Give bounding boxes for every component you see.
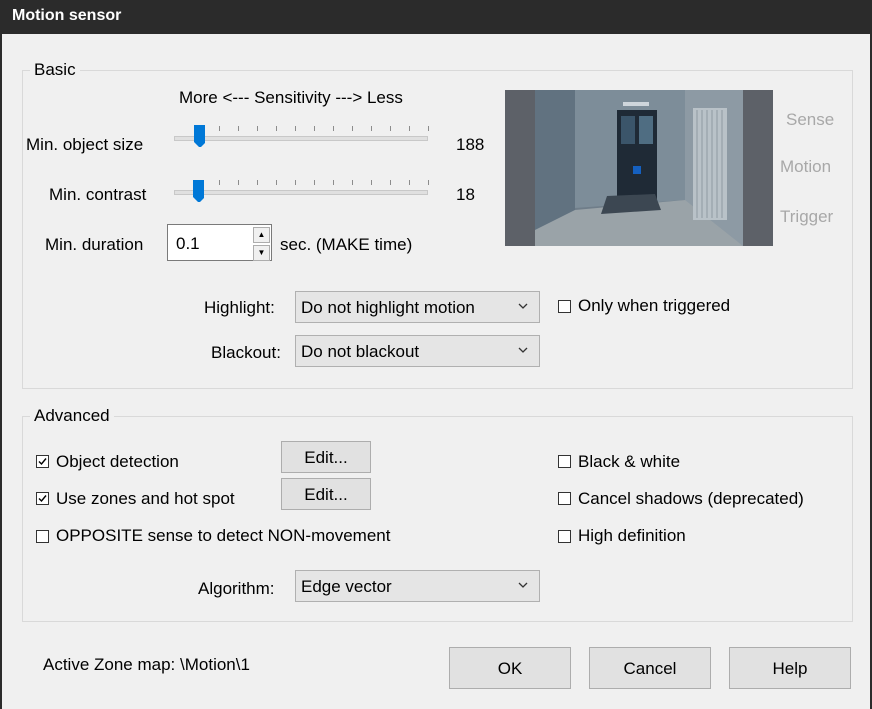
cancel-button[interactable]: Cancel bbox=[589, 647, 711, 689]
object-detection-edit-button[interactable]: Edit... bbox=[281, 441, 371, 473]
slider-tick bbox=[409, 180, 410, 185]
basic-legend: Basic bbox=[30, 60, 80, 80]
min-duration-input[interactable]: 0.1 bbox=[176, 234, 200, 254]
highlight-dropdown[interactable]: Do not highlight motion bbox=[295, 291, 540, 323]
spin-buttons: ▲ ▼ bbox=[253, 226, 270, 261]
slider-tick bbox=[333, 180, 334, 185]
sensitivity-header: More <--- Sensitivity ---> Less bbox=[179, 88, 403, 107]
ok-button[interactable]: OK bbox=[449, 647, 571, 689]
chevron-down-icon bbox=[518, 582, 528, 588]
highlight-selected: Do not highlight motion bbox=[301, 298, 475, 317]
min-object-size-label: Min. object size bbox=[26, 135, 144, 154]
preview-motion-label: Motion bbox=[780, 157, 832, 176]
cancel-button-label: Cancel bbox=[623, 659, 677, 678]
blackout-dropdown[interactable]: Do not blackout bbox=[295, 335, 540, 367]
slider-tick bbox=[276, 180, 277, 185]
slider-tick bbox=[428, 126, 429, 131]
slider-tick bbox=[276, 126, 277, 131]
slider-tick bbox=[295, 180, 296, 185]
slider-track bbox=[174, 190, 428, 195]
slider-tick bbox=[371, 180, 372, 185]
slider-tick bbox=[428, 180, 429, 185]
slider-tick bbox=[352, 126, 353, 131]
slider-tick bbox=[314, 180, 315, 185]
title-bar: Motion sensor bbox=[0, 0, 872, 34]
object-detection-checkbox[interactable] bbox=[36, 455, 49, 468]
algorithm-label: Algorithm: bbox=[198, 579, 275, 598]
slider-tick bbox=[409, 126, 410, 131]
use-zones-label[interactable]: Use zones and hot spot bbox=[56, 489, 235, 509]
algorithm-dropdown[interactable]: Edge vector bbox=[295, 570, 540, 602]
slider-tick bbox=[238, 180, 239, 185]
black-white-checkbox[interactable] bbox=[558, 455, 571, 468]
opposite-sense-label[interactable]: OPPOSITE sense to detect NON-movement bbox=[56, 526, 390, 546]
min-contrast-slider[interactable] bbox=[171, 170, 429, 204]
help-button-label: Help bbox=[772, 659, 808, 678]
slider-thumb[interactable] bbox=[193, 125, 205, 147]
preview-trigger-label: Trigger bbox=[780, 207, 834, 226]
preview-sense-label: Sense bbox=[786, 110, 835, 129]
slider-tick bbox=[219, 126, 220, 131]
checkmark-icon bbox=[38, 458, 47, 466]
slider-tick bbox=[390, 126, 391, 131]
min-duration-spinbox[interactable]: 0.1 ▲ ▼ bbox=[167, 224, 272, 261]
min-contrast-value: 18 bbox=[456, 185, 475, 204]
blackout-selected: Do not blackout bbox=[301, 342, 420, 361]
spin-up-icon[interactable]: ▲ bbox=[253, 227, 270, 243]
chevron-down-icon bbox=[518, 347, 528, 353]
advanced-legend: Advanced bbox=[30, 406, 114, 426]
min-contrast-label: Min. contrast bbox=[49, 185, 147, 204]
slider-tick bbox=[295, 126, 296, 131]
chevron-down-icon bbox=[518, 303, 528, 309]
slider-tick bbox=[257, 126, 258, 131]
help-button[interactable]: Help bbox=[729, 647, 851, 689]
window-title: Motion sensor bbox=[12, 7, 122, 24]
only-when-triggered-label[interactable]: Only when triggered bbox=[578, 296, 730, 316]
object-detection-label[interactable]: Object detection bbox=[56, 452, 179, 472]
slider-tick bbox=[390, 180, 391, 185]
min-object-size-slider[interactable] bbox=[171, 120, 429, 154]
edit-button-label: Edit... bbox=[304, 448, 348, 467]
only-when-triggered-checkbox[interactable] bbox=[558, 300, 571, 313]
slider-tick bbox=[219, 180, 220, 185]
edit-button-label: Edit... bbox=[304, 485, 348, 504]
slider-track bbox=[174, 136, 428, 141]
active-zone-map-text: Active Zone map: \Motion\1 bbox=[43, 655, 250, 674]
min-object-size-value: 188 bbox=[456, 135, 485, 154]
slider-tick bbox=[238, 126, 239, 131]
slider-tick bbox=[314, 126, 315, 131]
high-definition-checkbox[interactable] bbox=[558, 530, 571, 543]
min-duration-units: sec. (MAKE time) bbox=[280, 235, 413, 254]
algorithm-selected: Edge vector bbox=[301, 577, 392, 596]
spin-down-icon[interactable]: ▼ bbox=[253, 245, 270, 261]
slider-thumb[interactable] bbox=[192, 180, 204, 202]
blackout-label: Blackout: bbox=[211, 343, 281, 362]
black-white-label[interactable]: Black & white bbox=[578, 452, 680, 472]
checkmark-icon bbox=[38, 495, 47, 503]
cancel-shadows-label[interactable]: Cancel shadows (deprecated) bbox=[578, 489, 804, 509]
slider-tick bbox=[352, 180, 353, 185]
highlight-label: Highlight: bbox=[204, 298, 275, 317]
camera-preview bbox=[505, 90, 773, 246]
min-duration-label: Min. duration bbox=[45, 235, 144, 254]
ok-button-label: OK bbox=[497, 659, 523, 678]
slider-tick bbox=[371, 126, 372, 131]
cancel-shadows-checkbox[interactable] bbox=[558, 492, 571, 505]
slider-tick bbox=[257, 180, 258, 185]
use-zones-checkbox[interactable] bbox=[36, 492, 49, 505]
use-zones-edit-button[interactable]: Edit... bbox=[281, 478, 371, 510]
slider-tick bbox=[333, 126, 334, 131]
opposite-sense-checkbox[interactable] bbox=[36, 530, 49, 543]
high-definition-label[interactable]: High definition bbox=[578, 526, 686, 546]
